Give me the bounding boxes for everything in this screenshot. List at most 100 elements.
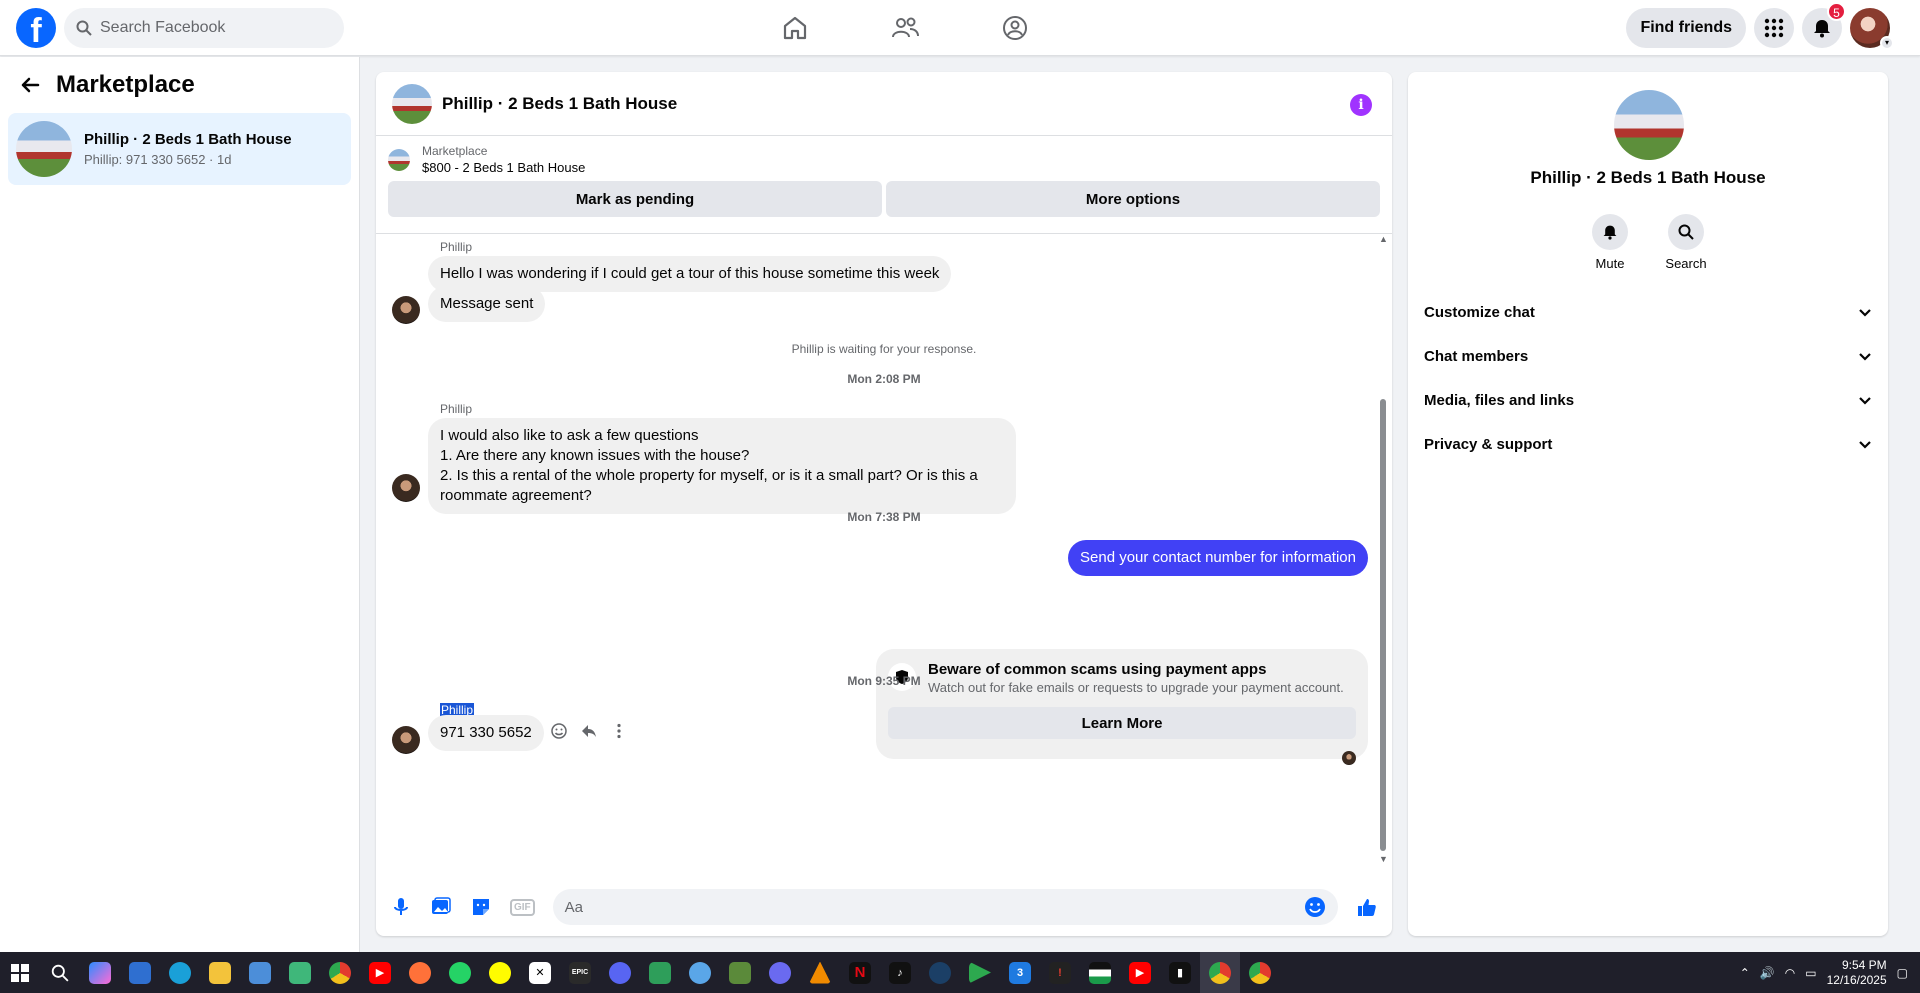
search-placeholder: Search Facebook [100, 19, 226, 36]
microphone-icon[interactable] [390, 896, 412, 918]
app-icon[interactable] [280, 952, 320, 993]
top-navbar: f Search Facebook Find friends 5 ▾ [0, 0, 1920, 56]
groups-icon[interactable] [1000, 13, 1030, 43]
chat-avatar[interactable] [392, 83, 432, 124]
whatsapp-icon[interactable] [440, 952, 480, 993]
store-icon[interactable] [120, 952, 160, 993]
scroll-up-icon[interactable]: ▲ [1379, 234, 1388, 244]
app-icon[interactable] [960, 952, 1000, 993]
scroll-thumb[interactable] [1380, 399, 1386, 851]
outgoing-message-bubble[interactable]: Send your contact number for information [1068, 540, 1368, 576]
sender-avatar[interactable] [392, 296, 420, 324]
chrome-active-icon[interactable] [1200, 952, 1240, 993]
sender-avatar[interactable] [392, 726, 420, 754]
listing-thumbnail [388, 148, 410, 171]
thread-item[interactable]: Phillip · 2 Beds 1 Bath House Phillip: 9… [8, 113, 351, 185]
file-explorer-icon[interactable] [200, 952, 240, 993]
mark-pending-button[interactable]: Mark as pending [388, 181, 882, 217]
listing-label: Marketplace [422, 144, 488, 158]
message-bubble[interactable]: I would also like to ask a few questions… [428, 418, 1016, 514]
facebook-logo-icon[interactable]: f [16, 8, 56, 48]
bell-icon [1603, 225, 1617, 240]
taskbar-search-icon[interactable] [40, 952, 80, 993]
epic-games-icon[interactable]: EPIC [560, 952, 600, 993]
sticker-icon[interactable] [470, 896, 492, 918]
conversation-avatar[interactable] [1614, 90, 1684, 160]
like-icon[interactable] [1356, 896, 1378, 918]
react-emoji-icon[interactable] [550, 722, 568, 740]
chevron-down-icon [1859, 441, 1871, 449]
more-options-button[interactable]: More options [886, 181, 1380, 217]
header-actions: Find friends 5 ▾ [1626, 2, 1894, 50]
section-customize-chat[interactable]: Customize chat [1408, 290, 1888, 334]
notification-center-icon[interactable]: ▢ [1897, 966, 1908, 980]
firefox-icon[interactable] [400, 952, 440, 993]
message-bubble[interactable]: 971 330 5652 [428, 715, 544, 751]
friends-icon[interactable] [890, 13, 920, 43]
capcut-icon[interactable]: ✕ [520, 952, 560, 993]
bell-icon [1814, 20, 1830, 38]
home-icon[interactable] [780, 13, 810, 43]
message-line: I would also like to ask a few questions [440, 427, 699, 444]
windows-start-icon[interactable] [0, 952, 40, 993]
clock[interactable]: 9:54 PM 12/16/2025 [1827, 958, 1887, 988]
message-bubble[interactable]: Message sent [428, 286, 546, 322]
message-line: 1. Are there any known issues with the h… [440, 447, 750, 464]
app-icon[interactable] [760, 952, 800, 993]
message-input[interactable]: Aa [552, 889, 1338, 925]
minecraft-icon[interactable] [720, 952, 760, 993]
tiktok-icon[interactable]: ♪ [880, 952, 920, 993]
waiting-notice: Phillip is waiting for your response. [791, 342, 977, 356]
chat-panel: Phillip · 2 Beds 1 Bath House i Marketpl… [376, 72, 1392, 936]
app-icon[interactable]: 3 [1000, 952, 1040, 993]
find-friends-button[interactable]: Find friends [1626, 8, 1746, 48]
read-receipt-avatar [1342, 751, 1356, 765]
app-icon[interactable] [640, 952, 680, 993]
app-icon[interactable]: ! [1040, 952, 1080, 993]
notifications-button[interactable]: 5 [1802, 2, 1846, 48]
section-chat-members[interactable]: Chat members [1408, 334, 1888, 378]
message-placeholder: Aa [564, 898, 584, 916]
volume-icon[interactable]: 🔊 [1760, 966, 1775, 980]
more-vertical-icon[interactable] [610, 722, 628, 740]
message-composer: GIF Aa [376, 878, 1392, 936]
app-icon[interactable] [1080, 952, 1120, 993]
edge-icon[interactable] [160, 952, 200, 993]
gif-icon[interactable]: GIF [510, 898, 535, 916]
battery-icon[interactable]: ▭ [1805, 966, 1816, 980]
profile-avatar[interactable]: ▾ [1850, 8, 1894, 50]
wifi-icon[interactable]: ◠ [1785, 966, 1795, 980]
discord-icon[interactable] [600, 952, 640, 993]
mute-button[interactable]: Mute [1590, 214, 1630, 271]
menu-button[interactable] [1754, 8, 1794, 48]
netflix-icon[interactable]: N [840, 952, 880, 993]
app-icon[interactable] [240, 952, 280, 993]
message-line: roommate agreement? [440, 487, 592, 504]
copilot-icon[interactable] [80, 952, 120, 993]
chevron-up-icon[interactable]: ⌃ [1740, 966, 1750, 980]
snapchat-icon[interactable] [480, 952, 520, 993]
scroll-down-icon[interactable]: ▼ [1379, 854, 1388, 864]
chat-title[interactable]: Phillip · 2 Beds 1 Bath House [442, 94, 677, 114]
section-privacy-support[interactable]: Privacy & support [1408, 422, 1888, 466]
chrome-icon[interactable] [320, 952, 360, 993]
photo-icon[interactable] [430, 896, 452, 918]
sender-avatar[interactable] [392, 474, 420, 502]
chat-scrollbar[interactable]: ▲ ▼ [1378, 234, 1388, 864]
section-media-files-links[interactable]: Media, files and links [1408, 378, 1888, 422]
info-icon[interactable]: i [1350, 94, 1372, 116]
youtube-icon[interactable]: ▶ [1120, 952, 1160, 993]
youtube-icon[interactable]: ▶ [360, 952, 400, 993]
back-arrow-icon[interactable] [20, 75, 40, 95]
vlc-icon[interactable] [800, 952, 840, 993]
search-conversation-button[interactable]: Search [1665, 214, 1707, 271]
chrome-icon[interactable] [1240, 952, 1280, 993]
audio-app-icon[interactable]: ▮ [1160, 952, 1200, 993]
steam-icon[interactable] [920, 952, 960, 993]
reply-icon[interactable] [580, 722, 598, 740]
emoji-icon[interactable] [1304, 896, 1326, 918]
search-input[interactable]: Search Facebook [64, 8, 344, 48]
learn-more-button[interactable]: Learn More [888, 707, 1356, 739]
app-icon[interactable] [680, 952, 720, 993]
listing-summary[interactable]: Marketplace $800 - 2 Beds 1 Bath House [376, 136, 1392, 181]
